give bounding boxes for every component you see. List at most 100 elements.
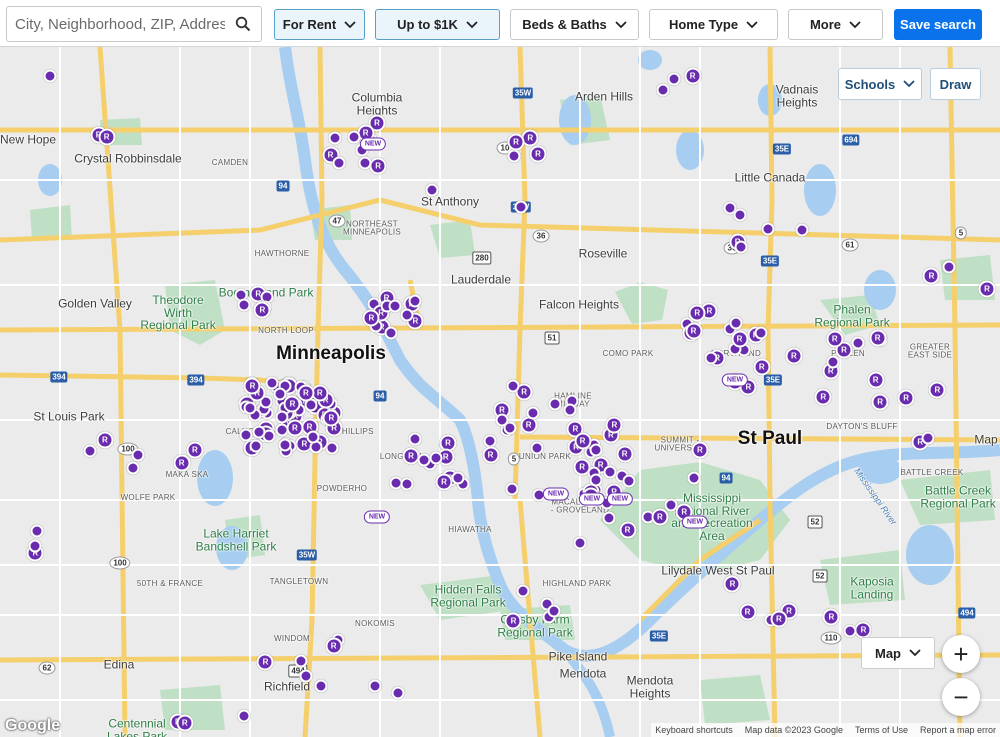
listing-marker[interactable] xyxy=(622,474,636,488)
listing-marker[interactable] xyxy=(332,156,346,170)
listing-marker[interactable] xyxy=(429,451,443,465)
listing-marker[interactable] xyxy=(814,388,832,406)
listing-marker[interactable] xyxy=(275,410,289,424)
listing-marker[interactable] xyxy=(507,149,521,163)
listing-marker[interactable] xyxy=(529,145,547,163)
listing-marker[interactable] xyxy=(871,393,889,411)
listing-marker[interactable] xyxy=(96,431,114,449)
listing-marker[interactable] xyxy=(408,294,422,308)
listing-marker[interactable] xyxy=(286,419,304,437)
listing-marker[interactable] xyxy=(362,309,380,327)
new-listing-badge[interactable]: NEW xyxy=(578,492,606,506)
listing-marker[interactable] xyxy=(619,521,637,539)
new-listing-badge[interactable]: NEW xyxy=(359,137,387,151)
listing-marker[interactable] xyxy=(795,223,809,237)
listing-marker[interactable] xyxy=(826,330,844,348)
listing-marker[interactable] xyxy=(131,448,145,462)
listing-marker[interactable] xyxy=(603,465,617,479)
listing-marker[interactable] xyxy=(729,316,743,330)
listing-marker[interactable] xyxy=(516,584,530,598)
listing-marker[interactable] xyxy=(664,498,678,512)
listing-marker[interactable] xyxy=(530,441,544,455)
listing-marker[interactable] xyxy=(483,434,497,448)
listing-marker[interactable] xyxy=(507,133,525,151)
search-input[interactable] xyxy=(7,7,225,41)
listing-marker[interactable] xyxy=(283,395,301,413)
listing-marker[interactable] xyxy=(867,371,885,389)
listing-marker[interactable] xyxy=(826,355,840,369)
new-listing-badge[interactable]: NEW xyxy=(721,373,749,387)
listing-marker[interactable] xyxy=(28,539,42,553)
save-search-button[interactable]: Save search xyxy=(894,9,982,40)
beds-baths-dropdown[interactable]: Beds & Baths xyxy=(510,9,639,40)
listing-marker[interactable] xyxy=(761,222,775,236)
home-type-dropdown[interactable]: Home Type xyxy=(649,9,778,40)
listing-marker[interactable] xyxy=(731,330,749,348)
listing-marker[interactable] xyxy=(425,183,438,197)
search-icon[interactable] xyxy=(235,16,251,32)
listing-marker[interactable] xyxy=(252,425,266,439)
listing-marker[interactable] xyxy=(368,679,382,693)
listing-marker[interactable] xyxy=(294,654,308,668)
draw-button[interactable]: Draw xyxy=(930,68,981,100)
listing-marker[interactable] xyxy=(753,358,771,376)
listing-marker[interactable] xyxy=(616,445,634,463)
map-canvas[interactable]: New Hope Crystal Robbinsdale CAMDEN Colu… xyxy=(0,47,1000,737)
listing-marker[interactable] xyxy=(98,128,116,146)
listing-marker[interactable] xyxy=(739,603,757,621)
new-listing-badge[interactable]: NEW xyxy=(606,492,634,506)
listing-marker[interactable] xyxy=(602,511,616,525)
listing-marker[interactable] xyxy=(328,131,342,145)
listing-marker[interactable] xyxy=(176,714,194,732)
listing-marker[interactable] xyxy=(126,461,140,475)
listing-marker[interactable] xyxy=(314,679,328,693)
listing-marker[interactable] xyxy=(173,454,191,472)
keyboard-shortcuts-link[interactable]: Keyboard shortcuts xyxy=(655,725,733,735)
listing-marker[interactable] xyxy=(685,322,703,339)
listing-marker[interactable] xyxy=(656,83,670,97)
listing-marker[interactable] xyxy=(928,381,946,399)
listing-marker[interactable] xyxy=(573,536,587,550)
listing-marker[interactable] xyxy=(851,336,865,350)
listing-marker[interactable] xyxy=(687,471,701,485)
listing-marker[interactable] xyxy=(239,428,253,442)
listing-marker[interactable] xyxy=(897,389,915,407)
listing-marker[interactable] xyxy=(347,130,361,144)
listing-marker[interactable] xyxy=(384,326,398,340)
listing-marker[interactable] xyxy=(589,443,603,457)
zoom-out-button[interactable]: − xyxy=(942,678,980,716)
listing-marker[interactable] xyxy=(822,608,840,626)
listing-marker[interactable] xyxy=(400,477,414,491)
listing-marker[interactable] xyxy=(684,67,702,85)
listing-marker[interactable] xyxy=(688,304,706,322)
listing-marker[interactable] xyxy=(526,406,540,420)
listing-marker[interactable] xyxy=(451,471,465,485)
listing-marker[interactable] xyxy=(83,444,97,458)
listing-marker[interactable] xyxy=(854,621,872,639)
listing-marker[interactable] xyxy=(400,308,414,322)
listing-marker[interactable] xyxy=(186,441,204,459)
listing-marker[interactable] xyxy=(278,438,292,452)
listing-marker[interactable] xyxy=(482,446,500,464)
listing-marker[interactable] xyxy=(589,473,603,487)
listing-marker[interactable] xyxy=(723,575,741,593)
listing-marker[interactable] xyxy=(785,347,803,365)
price-dropdown[interactable]: Up to $1K xyxy=(375,9,500,40)
listing-marker[interactable] xyxy=(299,669,313,683)
listing-marker[interactable] xyxy=(547,604,561,618)
listing-marker[interactable] xyxy=(574,432,592,450)
listing-marker[interactable] xyxy=(237,298,251,312)
listing-marker[interactable] xyxy=(869,329,887,347)
listing-marker[interactable] xyxy=(249,439,263,453)
new-listing-badge[interactable]: NEW xyxy=(363,510,391,524)
map-type-dropdown[interactable]: Map xyxy=(861,637,935,669)
listing-marker[interactable] xyxy=(243,401,257,415)
listing-marker[interactable] xyxy=(505,482,519,496)
listing-marker[interactable] xyxy=(322,409,340,427)
more-filters-dropdown[interactable]: More xyxy=(788,9,883,40)
listing-type-dropdown[interactable]: For Rent xyxy=(274,9,365,40)
listing-marker[interactable] xyxy=(691,441,709,459)
listing-marker[interactable] xyxy=(256,653,274,671)
new-listing-badge[interactable]: NEW xyxy=(681,515,709,529)
listing-marker[interactable] xyxy=(651,508,669,526)
